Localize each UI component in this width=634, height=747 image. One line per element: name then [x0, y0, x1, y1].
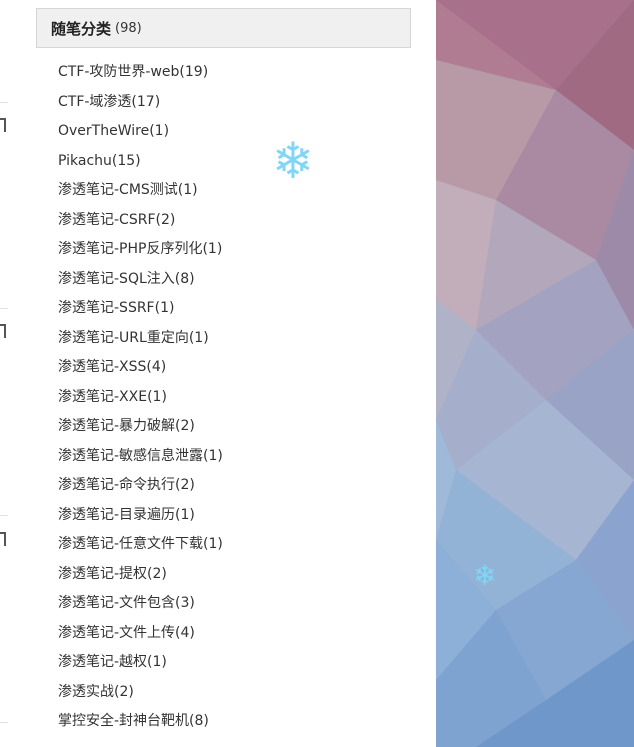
category-panel: 随笔分类 (98) CTF-攻防世界-web(19) CTF-域渗透(17) O…	[36, 8, 411, 737]
category-link[interactable]: CTF-域渗透(17)	[58, 88, 411, 118]
category-link[interactable]: 渗透笔记-SSRF(1)	[58, 294, 411, 324]
gutter-divider	[0, 722, 8, 723]
category-link[interactable]: Pikachu(15)	[58, 147, 411, 177]
gutter-clipped-text	[0, 532, 6, 546]
left-gutter	[0, 0, 10, 747]
snowflake-icon: ❄	[272, 132, 314, 190]
lowpoly-background	[436, 0, 634, 747]
category-total-count: (98)	[115, 20, 142, 36]
category-link[interactable]: 渗透笔记-CMS测试(1)	[58, 176, 411, 206]
page: 随笔分类 (98) CTF-攻防世界-web(19) CTF-域渗透(17) O…	[0, 0, 634, 747]
snowflake-icon: ❄	[473, 559, 497, 592]
category-link[interactable]: 渗透笔记-提权(2)	[58, 560, 411, 590]
category-link[interactable]: 渗透笔记-PHP反序列化(1)	[58, 235, 411, 265]
category-link[interactable]: 渗透笔记-XXE(1)	[58, 383, 411, 413]
category-link[interactable]: 渗透笔记-SQL注入(8)	[58, 265, 411, 295]
category-link[interactable]: 渗透笔记-文件包含(3)	[58, 589, 411, 619]
category-link[interactable]: 渗透笔记-任意文件下载(1)	[58, 530, 411, 560]
gutter-divider	[0, 102, 8, 103]
category-link[interactable]: 掌控安全-封神台靶机(8)	[58, 707, 411, 737]
category-link[interactable]: 渗透笔记-文件上传(4)	[58, 619, 411, 649]
lowpoly-background-art	[436, 0, 634, 747]
category-link[interactable]: 渗透实战(2)	[58, 678, 411, 708]
category-list: CTF-攻防世界-web(19) CTF-域渗透(17) OverTheWire…	[36, 48, 411, 737]
gutter-clipped-text	[0, 118, 6, 132]
category-link[interactable]: CTF-攻防世界-web(19)	[58, 58, 411, 88]
gutter-divider	[0, 308, 8, 309]
gutter-divider	[0, 515, 8, 516]
category-link[interactable]: OverTheWire(1)	[58, 117, 411, 147]
category-panel-title: 随笔分类	[51, 19, 112, 38]
category-link[interactable]: 渗透笔记-命令执行(2)	[58, 471, 411, 501]
category-link[interactable]: 渗透笔记-CSRF(2)	[58, 206, 411, 236]
category-link[interactable]: 渗透笔记-敏感信息泄露(1)	[58, 442, 411, 472]
category-panel-header: 随笔分类 (98)	[36, 8, 411, 48]
category-link[interactable]: 渗透笔记-越权(1)	[58, 648, 411, 678]
category-link[interactable]: 渗透笔记-暴力破解(2)	[58, 412, 411, 442]
category-link[interactable]: 渗透笔记-目录遍历(1)	[58, 501, 411, 531]
gutter-clipped-text	[0, 324, 6, 338]
category-link[interactable]: 渗透笔记-URL重定向(1)	[58, 324, 411, 354]
category-link[interactable]: 渗透笔记-XSS(4)	[58, 353, 411, 383]
